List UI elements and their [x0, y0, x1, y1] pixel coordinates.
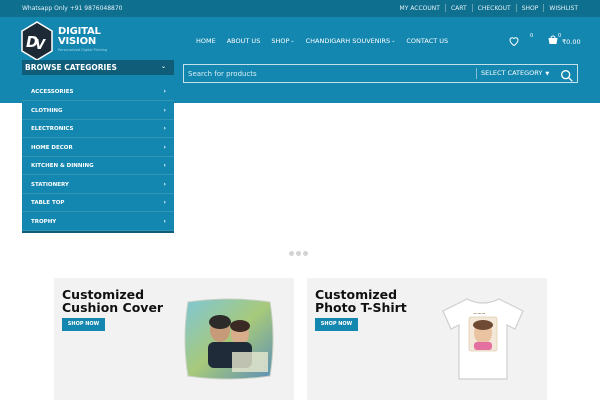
divider: [444, 4, 446, 12]
promo-title: Customized Photo T-Shirt: [315, 287, 407, 315]
browse-categories-toggle[interactable]: BROWSE CATEGORIES ⌄: [22, 60, 174, 75]
shop-link[interactable]: SHOP: [522, 5, 539, 12]
promo-card-tshirt[interactable]: Customized Photo T-Shirt SHOP NOW ~~~: [307, 278, 547, 400]
promo-card-cushion[interactable]: Customized Cushion Cover SHOP NOW: [54, 278, 294, 400]
slider-dot[interactable]: [303, 251, 308, 256]
chevron-right-icon: ›: [163, 88, 166, 95]
heart-icon[interactable]: [508, 35, 520, 47]
product-search: SELECT CATEGORY▼: [183, 64, 578, 83]
cart-total[interactable]: ₹0.00: [562, 38, 581, 46]
chevron-right-icon: ›: [163, 162, 166, 169]
wishlist-count: 0: [530, 33, 534, 39]
category-item[interactable]: TABLE TOP ›: [22, 194, 174, 212]
nav-label: ABOUT US: [226, 37, 261, 45]
svg-text:~~~: ~~~: [473, 311, 486, 317]
category-label: TROPHY: [31, 218, 57, 225]
my-account-link[interactable]: MY ACCOUNT: [400, 5, 440, 12]
chevron-right-icon: ›: [163, 106, 166, 114]
nav-label: HOME: [196, 37, 216, 45]
logo-hex-icon: D V: [21, 21, 53, 61]
category-label: HOME DECOR: [31, 144, 73, 151]
cart-count: 0: [558, 33, 562, 39]
nav-shop[interactable]: SHOP ⌄: [271, 37, 294, 45]
nav-about-us[interactable]: ABOUT US: [227, 37, 261, 45]
nav-label: SHOP: [271, 37, 290, 45]
category-label: STATIONERY: [31, 181, 69, 188]
top-bar: Whatsapp Only +91 9876048870 MY ACCOUNT …: [0, 0, 600, 17]
chevron-right-icon: ›: [163, 143, 166, 151]
category-item[interactable]: TROPHY ›: [22, 213, 174, 231]
category-item[interactable]: ELECTRONICS ›: [22, 120, 174, 138]
site-logo[interactable]: D V DIGITAL VISION Personalized Digital …: [20, 21, 120, 61]
shop-now-button[interactable]: SHOP NOW: [315, 318, 358, 331]
category-label: ELECTRONICS: [31, 126, 74, 132]
checkout-link[interactable]: CHECKOUT: [478, 5, 511, 12]
chevron-right-icon: ›: [163, 180, 166, 188]
browse-categories-label: BROWSE CATEGORIES: [25, 63, 117, 72]
divider: [471, 4, 473, 12]
category-item[interactable]: KITCHEN & DINNING ›: [22, 157, 174, 175]
category-select-label: SELECT CATEGORY: [481, 69, 543, 77]
tshirt-image: ~~~: [442, 298, 524, 380]
cart-link[interactable]: CART: [451, 5, 467, 12]
top-links: MY ACCOUNT CART CHECKOUT SHOP WISHLIST: [389, 4, 578, 12]
nav-label: CHANDIGARH SOUVENIRS: [305, 37, 391, 45]
cushion-image: [184, 298, 274, 380]
svg-text:V: V: [35, 38, 46, 53]
slider-pagination: [289, 251, 310, 256]
search-input[interactable]: [184, 65, 474, 82]
chevron-down-icon: ⌄: [290, 38, 295, 44]
divider: [543, 4, 545, 12]
search-icon[interactable]: [559, 68, 575, 84]
chevron-down-icon: ⌄: [391, 38, 396, 44]
shop-now-button[interactable]: SHOP NOW: [62, 318, 105, 331]
nav-home[interactable]: HOME: [196, 37, 216, 45]
nav-contact-us[interactable]: CONTACT US: [406, 37, 448, 45]
chevron-right-icon: ›: [163, 217, 166, 225]
chevron-right-icon: ›: [163, 199, 166, 206]
divider: [476, 68, 477, 79]
category-label: TABLE TOP: [31, 200, 65, 206]
divider: [515, 4, 517, 12]
main-nav: HOME ABOUT US SHOP ⌄ CHANDIGARH SOUVENIRS…: [196, 37, 459, 45]
category-item[interactable]: CLOTHING ›: [22, 102, 174, 120]
category-label: CLOTHING: [31, 107, 63, 114]
logo-brand-line2: VISION: [58, 36, 97, 47]
category-label: KITCHEN & DINNING: [31, 163, 94, 169]
logo-tagline: Personalized Digital Printing: [58, 48, 108, 52]
chevron-down-icon: ⌄: [160, 63, 166, 70]
wishlist-link[interactable]: WISHLIST: [549, 5, 578, 12]
category-select[interactable]: SELECT CATEGORY ▼: [481, 69, 549, 77]
category-item[interactable]: STATIONERY ›: [22, 176, 174, 194]
slider-dot[interactable]: [289, 251, 294, 256]
category-item[interactable]: ACCESSORIES ›: [22, 83, 174, 101]
nav-chandigarh-souvenirs[interactable]: CHANDIGARH SOUVENIRS ⌄: [306, 37, 396, 45]
nav-label: CONTACT US: [406, 37, 449, 45]
caret-down-icon: ▼: [545, 71, 550, 77]
whatsapp-text: Whatsapp Only +91 9876048870: [22, 5, 123, 12]
promo-title: Customized Cushion Cover: [62, 287, 164, 315]
chevron-right-icon: ›: [163, 125, 166, 132]
category-menu: ACCESSORIES › CLOTHING › ELECTRONICS › HOME…: [22, 83, 174, 233]
category-label: ACCESSORIES: [31, 89, 74, 95]
slider-dot[interactable]: [296, 251, 301, 256]
category-item[interactable]: HOME DECOR ›: [22, 139, 174, 157]
